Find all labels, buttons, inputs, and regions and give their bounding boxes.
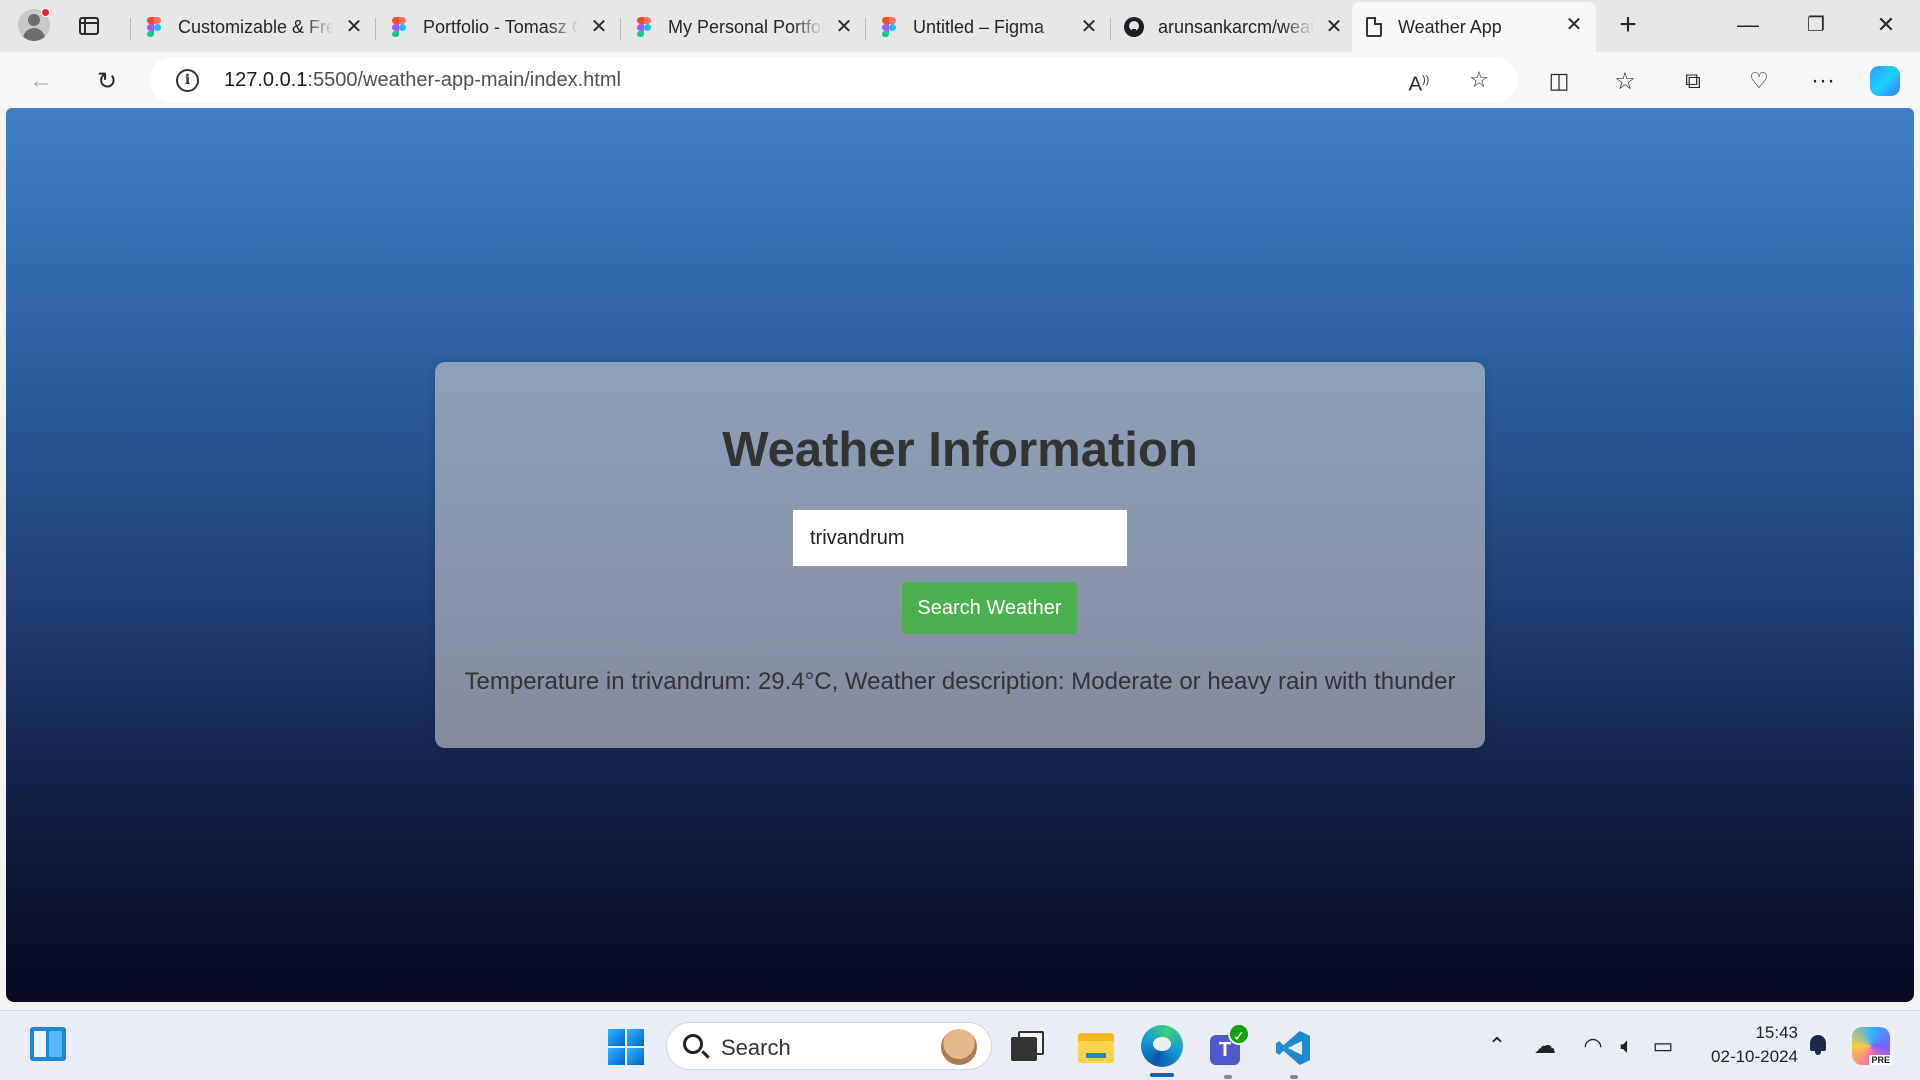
vscode-running-indicator: [1290, 1075, 1298, 1079]
search-icon: [683, 1034, 703, 1054]
close-window-icon[interactable]: ✕: [1866, 10, 1906, 40]
tab-title: Customizable & Free: [178, 16, 334, 37]
tab-title: Weather App: [1398, 16, 1502, 37]
browser-toolbar: ← ↻ i 127.0.0.1:5500/weather-app-main/in…: [0, 52, 1920, 108]
teams-icon[interactable]: T ✓: [1208, 1023, 1250, 1067]
copilot-icon[interactable]: [1868, 64, 1902, 98]
clock-time: 15:43: [1755, 1023, 1798, 1042]
read-aloud-icon[interactable]: A)): [1404, 65, 1434, 96]
widgets-icon[interactable]: [30, 1027, 66, 1061]
tab-title: Portfolio - Tomasz G: [423, 16, 579, 37]
weather-card: Weather Information Search Weather Tempe…: [435, 362, 1485, 748]
tab-portfolio-tomasz[interactable]: Portfolio - Tomasz G ✕: [375, 4, 621, 50]
search-weather-button[interactable]: Search Weather: [902, 582, 1077, 634]
tab-github-repo[interactable]: arunsankarcm/weather ✕: [1110, 4, 1356, 50]
refresh-icon[interactable]: ↻: [90, 64, 124, 98]
tab-personal-portfolio[interactable]: My Personal Portfolio ✕: [620, 4, 866, 50]
tab-untitled-figma[interactable]: Untitled – Figma ✕: [865, 4, 1111, 50]
file-explorer-icon[interactable]: [1076, 1027, 1116, 1067]
start-menu-icon[interactable]: [608, 1029, 644, 1065]
weather-result-text: Temperature in trivandrum: 29.4°C, Weath…: [464, 668, 1456, 695]
tab-title: Untitled – Figma: [913, 16, 1045, 37]
show-hidden-icons-icon[interactable]: ⌃: [1482, 1031, 1512, 1061]
close-tab-icon[interactable]: ✕: [1324, 17, 1344, 37]
split-screen-icon[interactable]: ◫: [1542, 64, 1576, 98]
more-menu-icon[interactable]: ···: [1806, 64, 1840, 98]
restore-icon[interactable]: ❐: [1796, 10, 1836, 40]
close-tab-icon[interactable]: ✕: [344, 17, 364, 37]
page-icon: [1364, 17, 1384, 37]
minimize-icon[interactable]: —: [1728, 10, 1768, 40]
url-host: 127.0.0.1: [224, 69, 308, 91]
notification-dot: [41, 8, 50, 17]
close-tab-icon[interactable]: ✕: [1079, 17, 1099, 37]
tab-actions-menu-icon[interactable]: [74, 12, 104, 40]
tab-title: arunsankarcm/weather: [1158, 16, 1314, 37]
url-path: :5500/weather-app-main/index.html: [307, 69, 621, 91]
github-icon: [1124, 17, 1144, 37]
close-tab-icon[interactable]: ✕: [1564, 15, 1584, 35]
onedrive-icon[interactable]: ☁: [1530, 1031, 1560, 1061]
figma-icon: [389, 17, 409, 37]
site-info-icon[interactable]: i: [176, 69, 199, 92]
taskbar-search[interactable]: Search: [666, 1022, 992, 1070]
tab-customizable[interactable]: Customizable & Free ✕: [130, 4, 376, 50]
new-tab-icon[interactable]: +: [1614, 10, 1642, 40]
figma-icon: [634, 17, 654, 37]
notification-bell-icon[interactable]: [1808, 1033, 1828, 1055]
back-icon[interactable]: ←: [24, 64, 58, 98]
battery-icon[interactable]: ▭: [1648, 1031, 1678, 1061]
collections-icon[interactable]: ⧉: [1676, 64, 1710, 98]
system-clock[interactable]: 15:43 02-10-2024: [1698, 1021, 1798, 1069]
copilot-badge: PRE: [1869, 1055, 1892, 1065]
edge-browser-icon[interactable]: [1141, 1025, 1183, 1067]
windows-taskbar: Search T ✓ ⌃ ☁ ◠ 🔈︎ ▭ 15:43 02-10-2024 PR…: [0, 1010, 1920, 1080]
close-tab-icon[interactable]: ✕: [589, 17, 609, 37]
url-text[interactable]: 127.0.0.1:5500/weather-app-main/index.ht…: [224, 69, 621, 92]
task-view-icon[interactable]: [1008, 1027, 1048, 1067]
search-highlight-icon: [941, 1029, 977, 1065]
tab-weather-app[interactable]: Weather App ✕: [1352, 2, 1596, 52]
vscode-icon[interactable]: [1272, 1027, 1312, 1067]
favorite-star-icon[interactable]: ☆: [1464, 65, 1494, 95]
edge-active-indicator: [1150, 1073, 1174, 1077]
browser-essentials-icon[interactable]: ♡: [1742, 64, 1776, 98]
volume-icon[interactable]: 🔈︎: [1612, 1031, 1642, 1061]
city-input[interactable]: [792, 509, 1128, 567]
clock-date: 02-10-2024: [1711, 1047, 1798, 1066]
address-bar[interactable]: i 127.0.0.1:5500/weather-app-main/index.…: [150, 57, 1518, 103]
close-tab-icon[interactable]: ✕: [834, 17, 854, 37]
wifi-icon[interactable]: ◠: [1578, 1031, 1608, 1061]
taskbar-search-label: Search: [721, 1035, 791, 1060]
teams-running-indicator: [1224, 1075, 1232, 1079]
browser-tab-strip: Customizable & Free ✕ Portfolio - Tomasz…: [0, 0, 1920, 52]
favorites-icon[interactable]: ☆: [1608, 64, 1642, 98]
figma-icon: [144, 17, 164, 37]
page-title: Weather Information: [722, 423, 1198, 477]
copilot-taskbar-icon[interactable]: PRE: [1852, 1027, 1892, 1065]
figma-icon: [879, 17, 899, 37]
tab-title: My Personal Portfolio: [668, 16, 824, 37]
page-viewport: Weather Information Search Weather Tempe…: [6, 108, 1914, 1002]
